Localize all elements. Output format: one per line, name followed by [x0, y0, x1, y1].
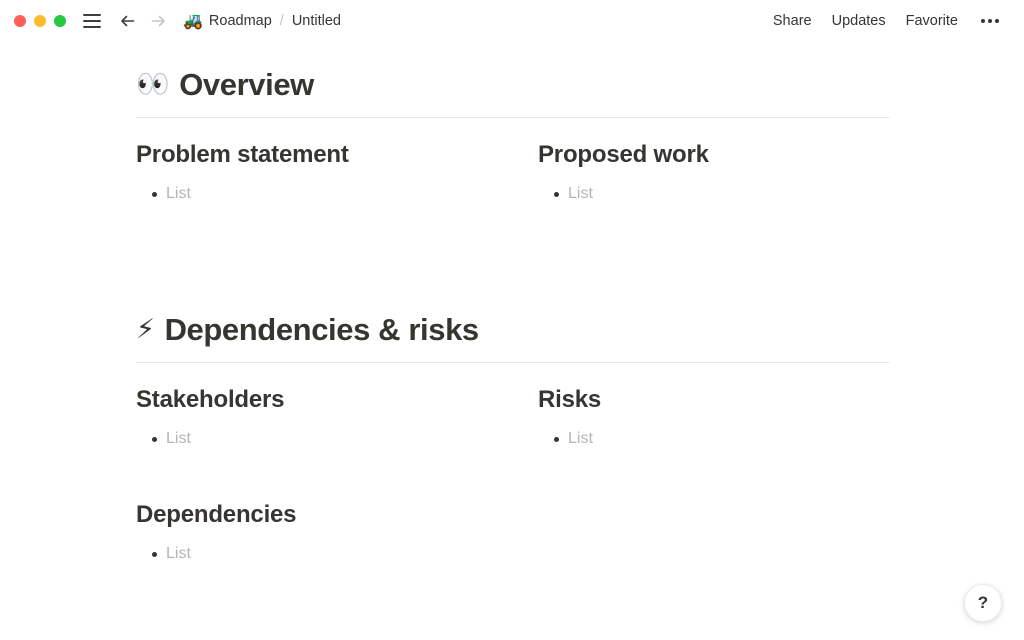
hamburger-bar — [83, 13, 101, 16]
section-heading-overview: 👀 Overview — [136, 66, 890, 103]
more-dot — [981, 18, 985, 23]
column-list-overview: Problem statement List Proposed work Lis… — [136, 140, 890, 207]
bulleted-list: List — [136, 542, 538, 567]
window-controls — [0, 14, 66, 27]
section-divider — [136, 117, 890, 119]
bulleted-list: List — [136, 182, 538, 207]
column-risks: Risks List — [538, 385, 890, 452]
high-voltage-icon: ⚡ — [136, 314, 155, 346]
more-dot — [988, 18, 992, 23]
column-title: Dependencies — [136, 500, 297, 528]
column-dependencies: Dependencies List — [136, 500, 538, 567]
tractor-icon: 🚜 — [183, 10, 203, 30]
arrow-right-icon[interactable] — [147, 10, 169, 32]
navigation-arrows — [117, 10, 169, 32]
column-proposed-work: Proposed work List — [538, 140, 890, 207]
page-content: 👀 Overview Problem statement List Propos… — [0, 41, 1024, 567]
help-button[interactable]: ? — [964, 584, 1002, 622]
column-stakeholders: Stakeholders List — [136, 385, 538, 452]
updates-button[interactable]: Updates — [822, 9, 896, 33]
hamburger-icon[interactable] — [83, 13, 101, 28]
more-options-icon[interactable] — [972, 13, 1008, 29]
hamburger-bar — [83, 25, 101, 28]
column-list-dependencies-risks: Stakeholders List Risks List — [136, 385, 890, 452]
section-title: Dependencies & risks — [164, 311, 480, 347]
title-bar: 🚜 Roadmap / Untitled Share Updates Favor… — [0, 0, 1024, 41]
hamburger-bar — [83, 19, 101, 22]
more-dot — [995, 18, 999, 23]
list-item[interactable]: List — [136, 542, 538, 567]
arrow-left-icon[interactable] — [117, 10, 139, 32]
section-divider — [136, 362, 890, 364]
breadcrumb-current-page[interactable]: Untitled — [292, 13, 341, 29]
minimize-window-button[interactable] — [34, 14, 46, 27]
list-item[interactable]: List — [136, 182, 538, 207]
column-title: Proposed work — [538, 141, 709, 169]
list-item[interactable]: List — [538, 427, 890, 452]
close-window-button[interactable] — [14, 14, 26, 27]
column-title: Stakeholders — [136, 386, 285, 414]
breadcrumb-separator: / — [279, 12, 284, 29]
title-bar-actions: Share Updates Favorite — [763, 9, 1024, 33]
column-title: Risks — [538, 386, 602, 414]
column-problem-statement: Problem statement List — [136, 140, 538, 207]
breadcrumb-parent[interactable]: Roadmap — [209, 13, 272, 29]
bulleted-list: List — [136, 427, 538, 452]
section-heading-dependencies-risks: ⚡ Dependencies & risks — [136, 311, 890, 348]
maximize-window-button[interactable] — [54, 14, 66, 27]
favorite-button[interactable]: Favorite — [896, 9, 968, 33]
list-item[interactable]: List — [136, 427, 538, 452]
section-title: Overview — [179, 67, 314, 102]
column-title: Problem statement — [136, 141, 349, 169]
breadcrumb: 🚜 Roadmap / Untitled — [183, 10, 341, 30]
bulleted-list: List — [538, 182, 890, 207]
list-item[interactable]: List — [538, 182, 890, 207]
eyes-icon: 👀 — [136, 69, 170, 101]
page-content-scroll[interactable]: 👀 Overview Problem statement List Propos… — [0, 41, 1024, 640]
bulleted-list: List — [538, 427, 890, 452]
share-button[interactable]: Share — [763, 9, 822, 33]
notion-window: 🚜 Roadmap / Untitled Share Updates Favor… — [0, 0, 1024, 640]
